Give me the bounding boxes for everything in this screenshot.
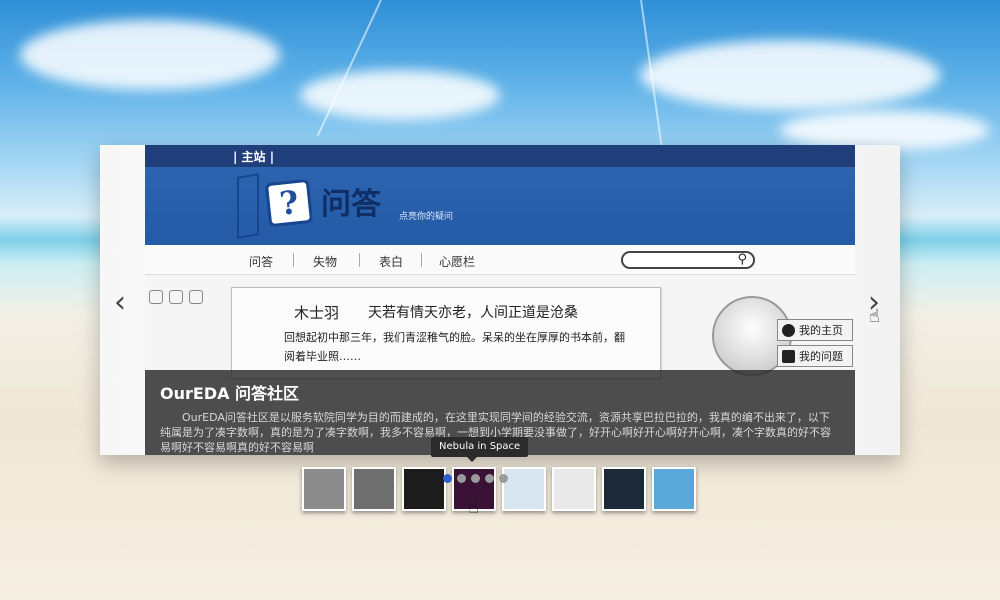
- thumbnail-mushroom-cloud[interactable]: [352, 467, 396, 511]
- my-homepage-button: 我的主页: [777, 319, 853, 341]
- prev-slide-button[interactable]: ‹: [114, 288, 126, 318]
- side-button-label: 我的问题: [799, 350, 843, 363]
- pagination-dot[interactable]: [457, 474, 466, 483]
- profile-name: 木士羽: [294, 304, 340, 322]
- logo-subtitle: 点亮你的疑问: [399, 212, 454, 222]
- thumbnail-eye[interactable]: [502, 467, 546, 511]
- logo-side-panel: [237, 173, 259, 239]
- cloud: [780, 110, 990, 150]
- thumbnail-beach-hut[interactable]: [652, 467, 696, 511]
- hand-cursor-icon: ☝: [468, 497, 479, 518]
- thumbnail-face-portrait[interactable]: [552, 467, 596, 511]
- thumbnail-dark-figure[interactable]: [602, 467, 646, 511]
- mini-icon: [169, 290, 183, 304]
- side-button-label: 我的主页: [799, 324, 843, 337]
- nav-item-wishes: 心愿栏: [439, 255, 476, 269]
- nav-item-qa: 问答: [249, 255, 274, 269]
- main-site-link: | 主站 |: [233, 150, 275, 164]
- pagination-dot[interactable]: [499, 474, 508, 483]
- question-logo-icon: ?: [264, 178, 314, 228]
- caption-title: OurEDA 问答社区: [160, 384, 300, 403]
- logo-title: 问答: [321, 187, 381, 222]
- nav-divider: [293, 253, 294, 267]
- site-banner: ? 问答 点亮你的疑问: [145, 167, 855, 245]
- site-navbar: 问答 失物 表白 心愿栏 ⚲: [145, 245, 855, 275]
- cloud: [640, 40, 940, 110]
- carousel-stage: | 主站 | ? 问答 点亮你的疑问 问答 失物 表白 心愿栏 ⚲ 木士羽 天若…: [100, 145, 900, 455]
- profile-motto: 天若有情天亦老，人间正道是沧桑: [368, 305, 578, 321]
- search-box: ⚲: [621, 251, 755, 269]
- location-icon: [782, 323, 795, 337]
- mini-icon: [149, 290, 163, 304]
- site-topbar: | 主站 |: [145, 145, 855, 167]
- mini-icon-row: [149, 289, 209, 308]
- pagination-dot[interactable]: [485, 474, 494, 483]
- profile-card: 木士羽 天若有情天亦老，人间正道是沧桑 回想起初中那三年，我们青涩稚气的脸。呆呆…: [231, 287, 792, 379]
- nav-divider: [421, 253, 422, 267]
- thumbnail-tooltip: Nebula in Space: [431, 437, 529, 462]
- nav-item-confess: 表白: [379, 255, 404, 269]
- nav-item-lost: 失物: [313, 255, 338, 269]
- mini-icon: [189, 290, 203, 304]
- cloud: [300, 70, 500, 120]
- question-icon: [782, 349, 795, 363]
- nav-divider: [359, 253, 360, 267]
- pagination-dot[interactable]: [471, 474, 480, 483]
- profile-bio: 回想起初中那三年，我们青涩稚气的脸。呆呆的坐在厚厚的书本前，翻阅着毕业照……: [284, 331, 625, 363]
- thumbnail-planet-horizon[interactable]: [402, 467, 446, 511]
- cloud: [20, 20, 280, 90]
- hand-cursor-icon: ☝: [869, 306, 880, 327]
- search-icon: ⚲: [737, 252, 747, 267]
- my-questions-button: 我的问题: [777, 345, 853, 367]
- thumbnail-tree-field[interactable]: [302, 467, 346, 511]
- pagination-dot[interactable]: [443, 474, 452, 483]
